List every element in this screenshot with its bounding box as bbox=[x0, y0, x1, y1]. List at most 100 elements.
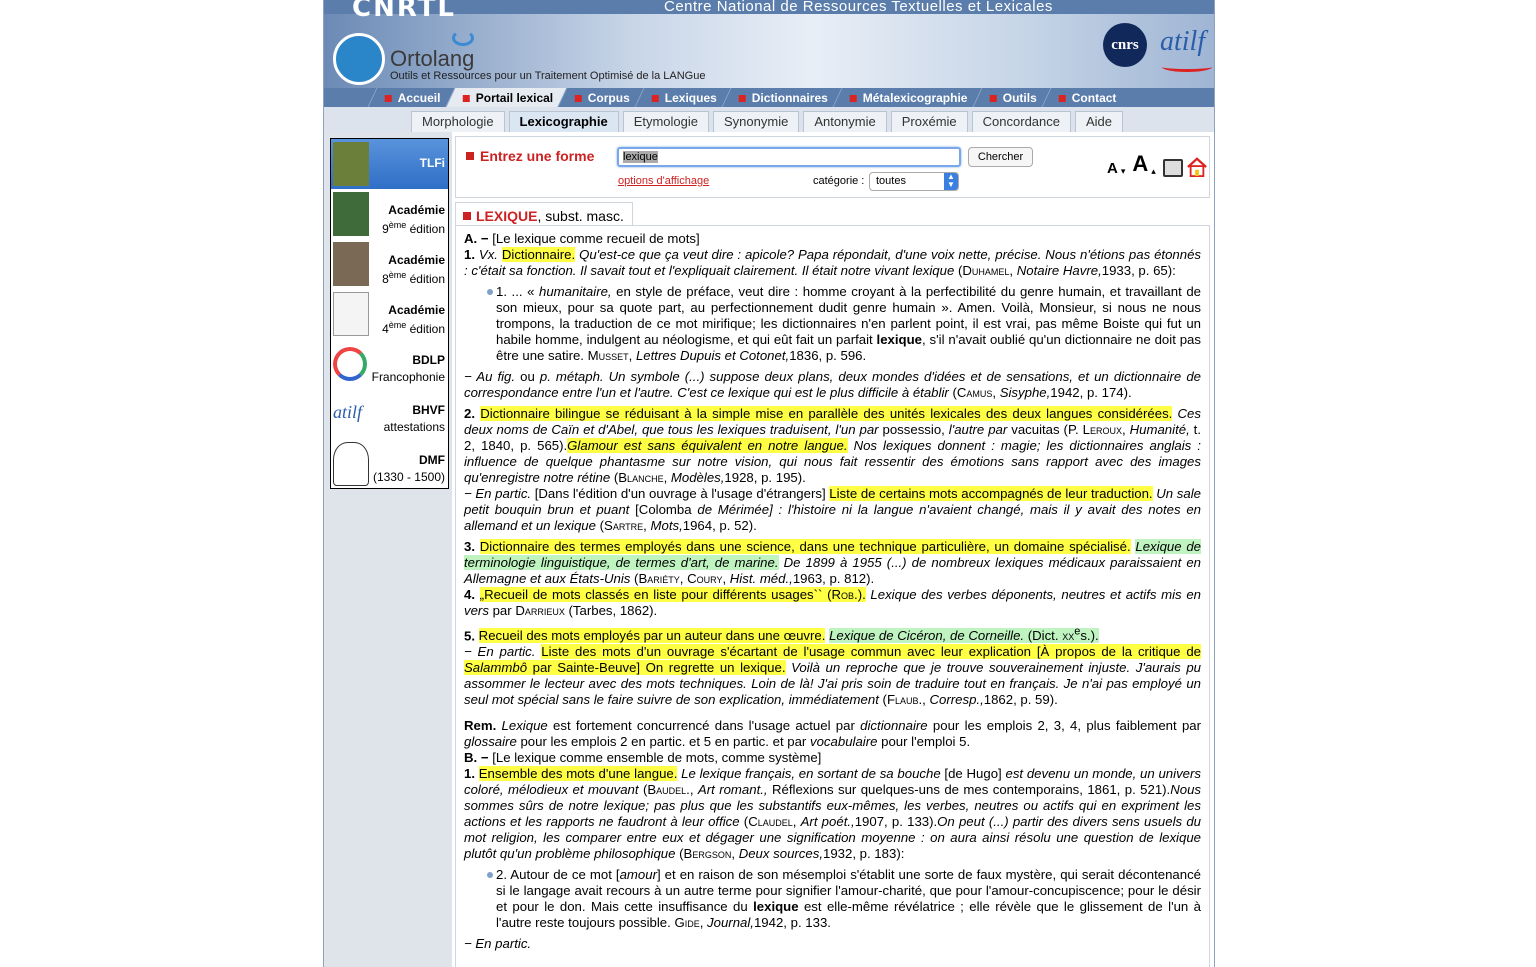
sidebar-dict-3[interactable]: Académie 4ème édition bbox=[331, 289, 448, 339]
search-input[interactable]: lexique bbox=[617, 147, 961, 167]
last-subsense: − En partic. bbox=[464, 936, 532, 952]
category-select[interactable]: toutes ▲ ▼ bbox=[869, 172, 959, 191]
content-area: TLFi Académie 9ème édition Académie 8ème édi… bbox=[324, 132, 1214, 967]
nav-item-label: Lexiques bbox=[665, 90, 718, 105]
atilf-swoosh-icon bbox=[1162, 62, 1212, 72]
example-1: 1. ... « humanitaire, en style de préfac… bbox=[487, 284, 1201, 364]
remark: Rem. Lexique est fortement concurrencé d… bbox=[464, 718, 1202, 750]
display-options-link[interactable]: options d'affichage bbox=[618, 175, 709, 187]
site-banner: CNRTL Centre National de Ressources Text… bbox=[324, 0, 1214, 88]
left-sidebar: TLFi Académie 9ème édition Académie 8ème édi… bbox=[324, 132, 452, 967]
nav-item-4[interactable]: Dictionnaires bbox=[721, 88, 842, 107]
dict-name: DMF bbox=[419, 453, 445, 467]
dict-cover-icon bbox=[333, 442, 369, 486]
nav-item-label: Outils bbox=[1002, 90, 1037, 105]
nav-bullet-icon bbox=[1058, 94, 1066, 101]
sense-4: 4. „Recueil de mots classés en liste pou… bbox=[464, 587, 1201, 618]
dict-cover-icon bbox=[333, 347, 367, 381]
subtab-6[interactable]: Concordance bbox=[971, 111, 1071, 132]
dict-subtitle: 4ème édition bbox=[382, 320, 445, 336]
bullet-square-icon bbox=[463, 212, 471, 220]
cnrtl-full-name: Centre National de Ressources Textuelles… bbox=[664, 0, 1053, 15]
page-tools: A ▾ A ▴ bbox=[1107, 151, 1208, 177]
subtab-7[interactable]: Aide bbox=[1074, 111, 1124, 132]
dict-cover-icon bbox=[333, 192, 369, 236]
subtab-5[interactable]: Proxémie bbox=[890, 111, 968, 132]
printer-icon[interactable] bbox=[1162, 159, 1183, 177]
nav-bullet-icon bbox=[989, 94, 997, 101]
atilf-logo[interactable]: atilf bbox=[1160, 26, 1205, 58]
entry-tab[interactable]: LEXIQUE, subst. masc. bbox=[455, 202, 633, 226]
nav-item-3[interactable]: Lexiques bbox=[634, 88, 731, 107]
dict-subtitle: (1330 - 1500) bbox=[372, 470, 445, 484]
subtab-4[interactable]: Antonymie bbox=[803, 111, 887, 132]
dict-subtitle: 9ème édition bbox=[382, 220, 445, 236]
nav-item-2[interactable]: Corpus bbox=[557, 88, 644, 107]
entry-headword: LEXIQUE bbox=[476, 208, 538, 224]
nav-bullet-icon bbox=[850, 94, 858, 101]
nav-item-5[interactable]: Métalexicographie bbox=[832, 88, 982, 107]
nav-bullet-icon bbox=[385, 94, 392, 101]
nav-item-6[interactable]: Outils bbox=[972, 88, 1051, 107]
sense-3: 3. Dictionnaire des termes employés dans… bbox=[464, 539, 1201, 586]
dict-subtitle: 8ème édition bbox=[382, 270, 445, 286]
dict-cover-icon bbox=[333, 242, 369, 286]
sense-1: 1. Vx. Dictionnaire. Qu'est-ce que ça ve… bbox=[464, 247, 1202, 278]
section-b-heading: B. − [Le lexique comme ensemble de mots,… bbox=[464, 750, 822, 766]
page-frame: CNRTL Centre National de Ressources Text… bbox=[323, 0, 1215, 967]
nav-bullet-icon bbox=[739, 94, 747, 101]
sidebar-dict-6[interactable]: DMF (1330 - 1500) bbox=[331, 439, 448, 489]
nav-item-label: Métalexicographie bbox=[863, 90, 968, 105]
nav-item-label: Portail lexical bbox=[475, 90, 554, 105]
nav-item-7[interactable]: Contact bbox=[1041, 88, 1130, 107]
dict-cover-icon: atilf bbox=[333, 392, 369, 436]
banner-decorative-text bbox=[739, 18, 1088, 84]
dict-name: TLFi bbox=[419, 156, 445, 170]
dict-name: BDLP bbox=[412, 353, 445, 367]
figurative-sense: − Au fig. ou p. métaph. Un symbole (...)… bbox=[464, 369, 1201, 400]
section-a-heading: A. − [Le lexique comme recueil de mots] bbox=[464, 231, 700, 246]
search-label: Entrez une forme bbox=[466, 148, 594, 164]
example-2: 2. Autour de ce mot [amour] et en raison… bbox=[487, 867, 1201, 931]
dict-name: Académie bbox=[388, 253, 445, 267]
sidebar-dict-1[interactable]: Académie 9ème édition bbox=[331, 189, 448, 239]
ortolang-subtitle: Outils et Ressources pour un Traitement … bbox=[390, 70, 706, 82]
subtab-2[interactable]: Etymologie bbox=[622, 111, 709, 132]
search-form: Entrez une forme lexique Chercher option… bbox=[455, 136, 1210, 198]
ortolang-logo-title[interactable]: Ortolang bbox=[390, 46, 474, 72]
nav-item-label: Accueil bbox=[398, 90, 441, 105]
nav-item-label: Contact bbox=[1071, 90, 1117, 105]
home-icon[interactable] bbox=[1186, 157, 1208, 177]
sense-5: 5. Recueil des mots employés par un aute… bbox=[464, 626, 1201, 708]
nav-bullet-icon bbox=[652, 94, 660, 101]
subtab-0[interactable]: Morphologie bbox=[411, 111, 505, 132]
category-label: catégorie : bbox=[813, 175, 865, 187]
dictionary-article: A. − [Le lexique comme recueil de mots] … bbox=[455, 225, 1210, 967]
font-increase-button[interactable]: A bbox=[1132, 151, 1148, 177]
sense-b1: 1. Ensemble des mots d'une langue. Le le… bbox=[464, 766, 1202, 862]
nav-item-0[interactable]: Accueil bbox=[367, 88, 455, 107]
nav-item-label: Corpus bbox=[588, 90, 631, 105]
example-bullet-icon bbox=[487, 289, 493, 295]
sidebar-dict-2[interactable]: Académie 8ème édition bbox=[331, 239, 448, 289]
cnrtl-logo[interactable]: CNRTL bbox=[352, 0, 456, 23]
font-decrease-arrow-icon: ▾ bbox=[1120, 166, 1126, 176]
font-decrease-button[interactable]: A bbox=[1107, 160, 1118, 177]
select-arrows-icon: ▲ ▼ bbox=[944, 173, 958, 190]
sidebar-dict-0[interactable]: TLFi bbox=[331, 139, 448, 189]
nav-item-1[interactable]: Portail lexical bbox=[445, 88, 567, 107]
example-bullet-icon bbox=[487, 872, 493, 879]
nav-bullet-icon bbox=[462, 94, 470, 101]
sidebar-dict-5[interactable]: atilf BHVF attestations bbox=[331, 389, 448, 439]
sense-2: 2. Dictionnaire bilingue se réduisant à … bbox=[464, 406, 1202, 533]
entry-grammar: , subst. masc. bbox=[537, 208, 624, 224]
nav-bullet-icon bbox=[575, 94, 583, 101]
sidebar-dict-4[interactable]: BDLP Francophonie bbox=[331, 339, 448, 389]
subtab-1[interactable]: Lexicographie bbox=[508, 111, 619, 132]
search-button[interactable]: Chercher bbox=[968, 147, 1033, 167]
dict-subtitle: Francophonie bbox=[371, 370, 445, 384]
dict-subtitle: attestations bbox=[383, 420, 445, 434]
subtab-3[interactable]: Synonymie bbox=[713, 111, 800, 132]
cnrs-logo[interactable]: cnrs bbox=[1103, 23, 1147, 67]
dictionary-list: TLFi Académie 9ème édition Académie 8ème édi… bbox=[330, 138, 449, 489]
